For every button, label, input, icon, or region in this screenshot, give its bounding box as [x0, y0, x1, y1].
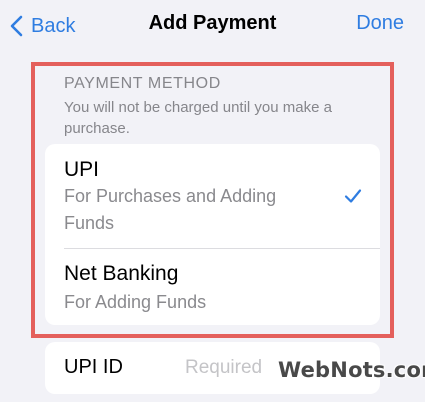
- option-title: Net Banking: [64, 262, 179, 285]
- option-title: UPI: [64, 158, 100, 181]
- payment-option-upi[interactable]: UPI For Purchases and Adding Funds: [45, 144, 380, 248]
- navigation-bar: Back Add Payment Done: [0, 0, 425, 52]
- watermark-text: WebNots.com: [278, 358, 425, 382]
- option-subtitle: For Adding Funds: [64, 292, 207, 312]
- upi-id-label: UPI ID: [64, 356, 123, 378]
- section-header: PAYMENT METHOD: [64, 75, 221, 92]
- checkmark-icon: [344, 187, 362, 205]
- done-button[interactable]: Done: [356, 12, 404, 35]
- section-note: You will not be charged until you make a…: [64, 99, 332, 137]
- payment-options-list: UPI For Purchases and Adding Funds Net B…: [45, 144, 380, 325]
- payment-option-net-banking[interactable]: Net Banking For Adding Funds: [45, 249, 380, 325]
- watermark-logo: WebNots.com: [268, 356, 425, 386]
- option-subtitle: For Purchases and Adding Funds: [64, 186, 277, 233]
